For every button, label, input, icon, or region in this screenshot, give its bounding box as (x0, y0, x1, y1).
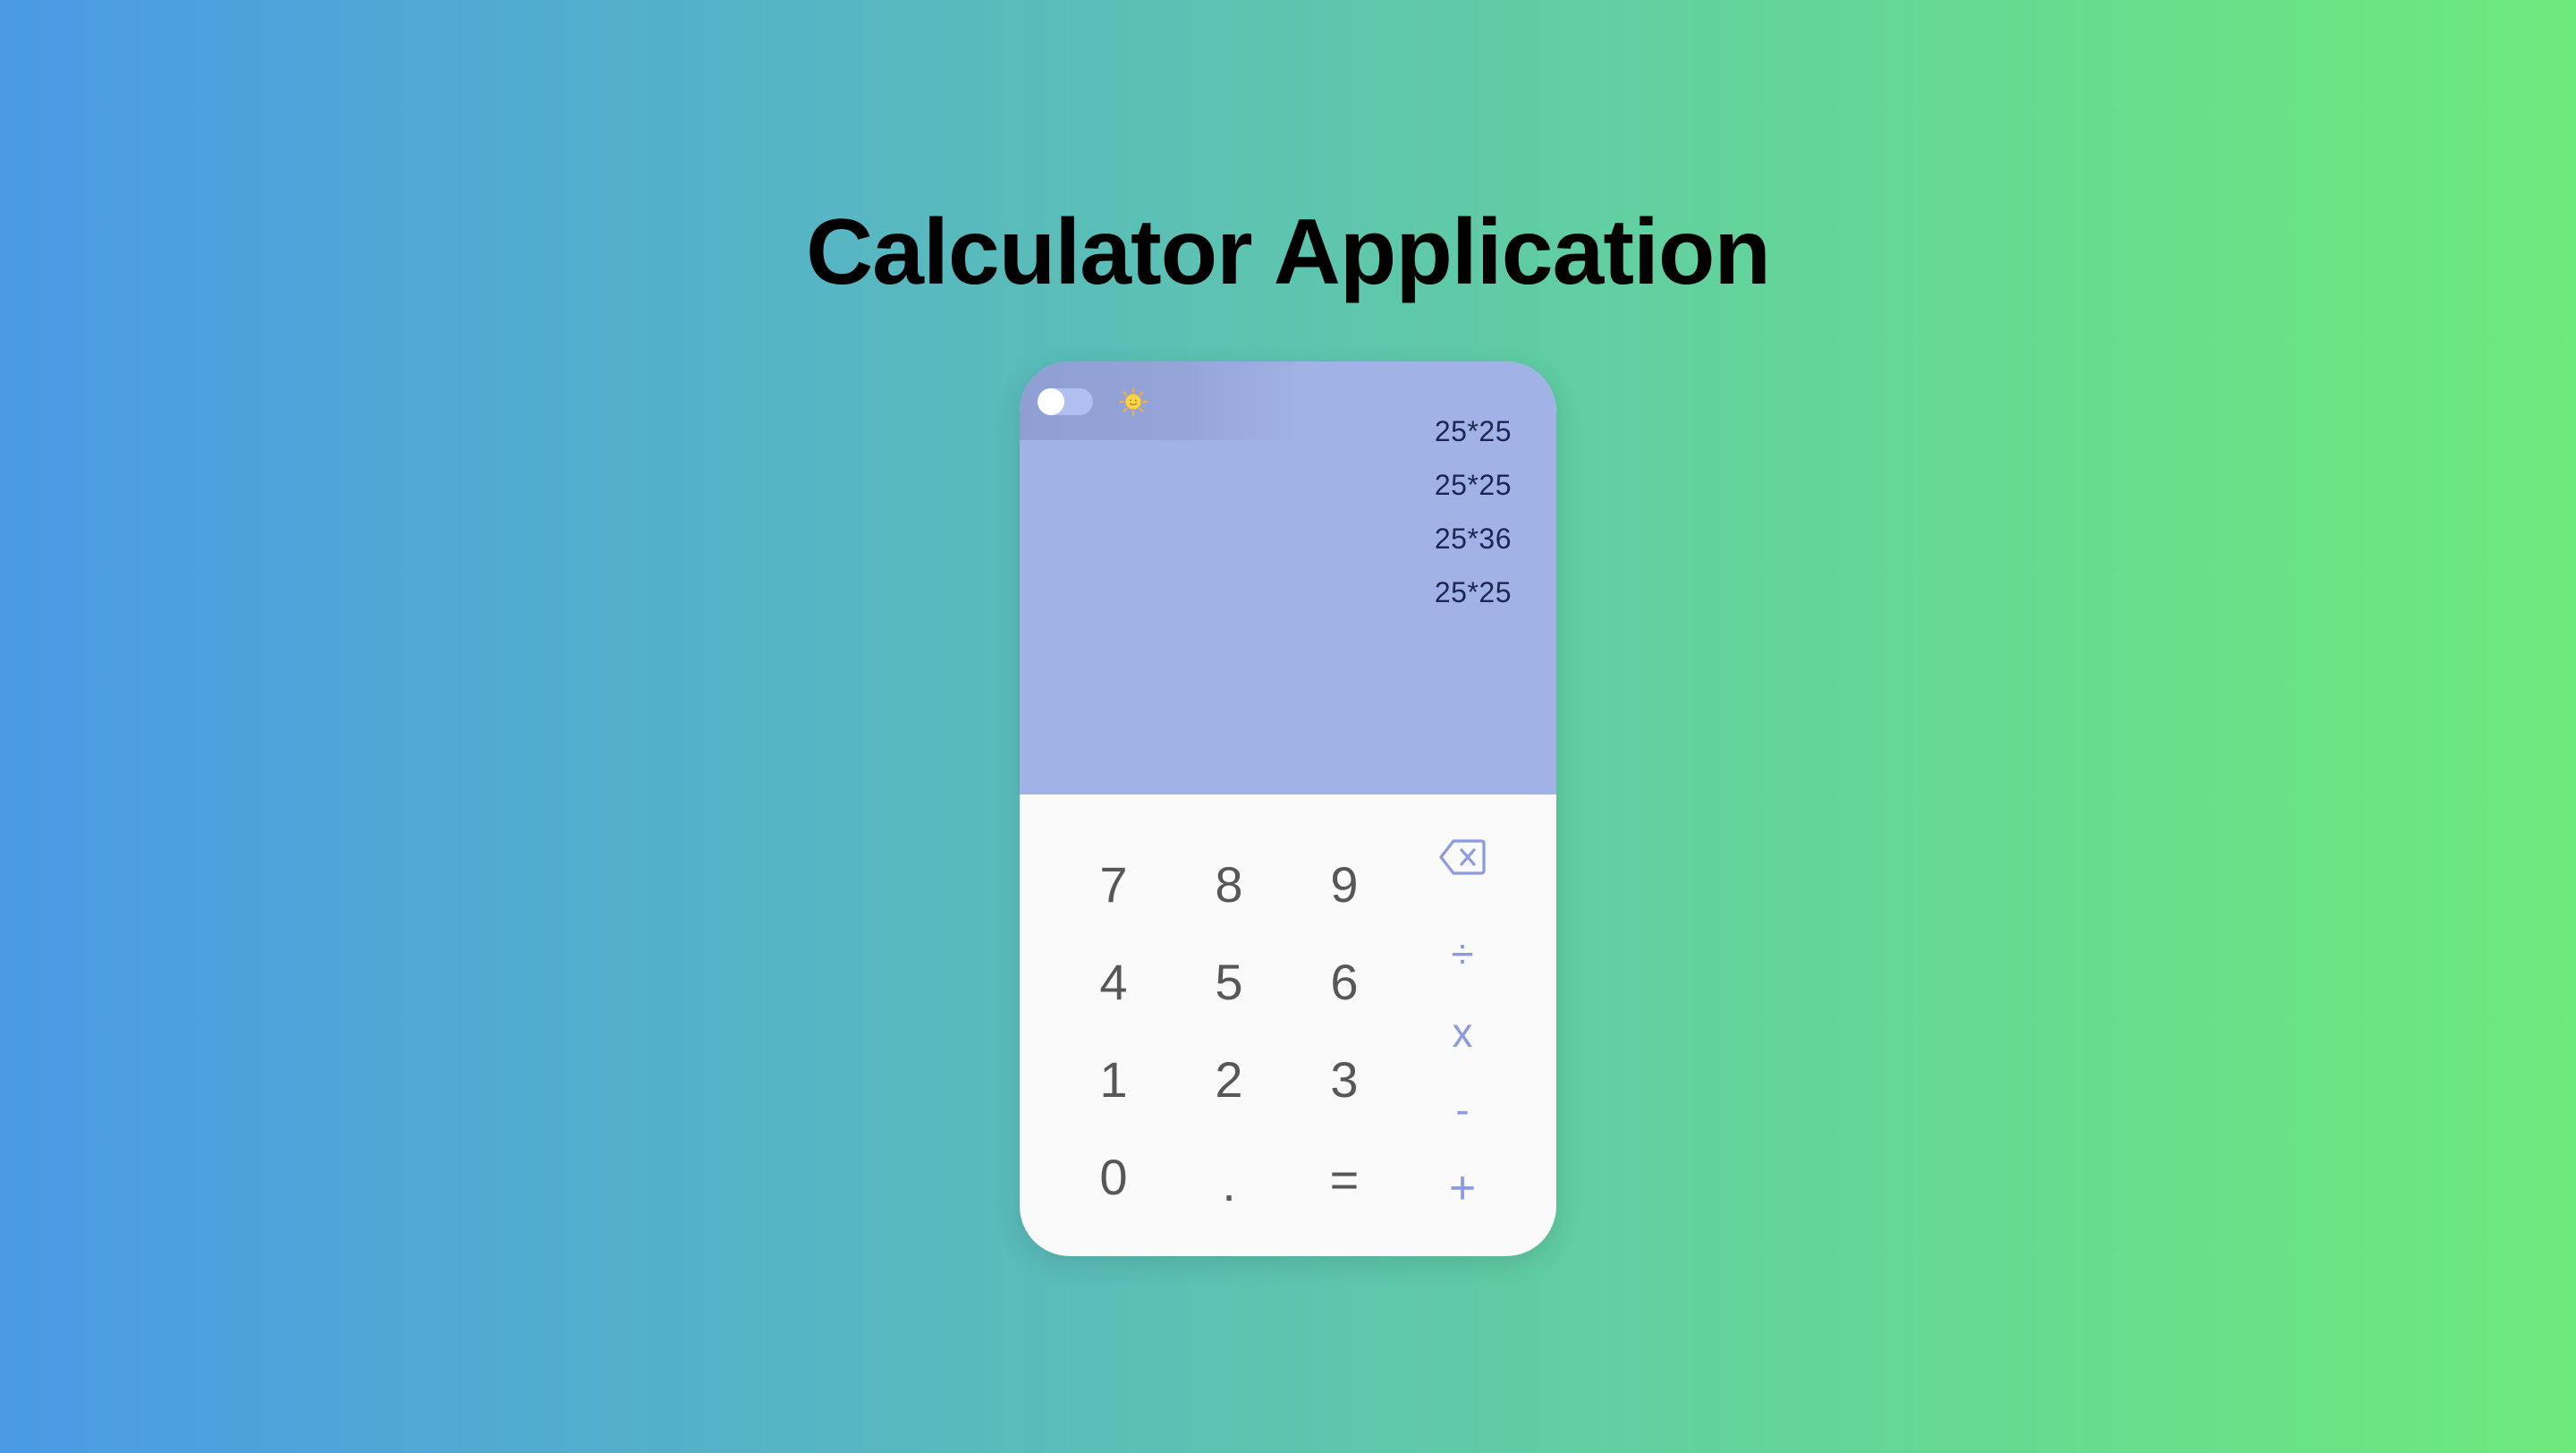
toggle-knob (1038, 388, 1064, 415)
divide-button[interactable]: ÷ (1413, 918, 1512, 990)
key-decimal[interactable]: . (1180, 1138, 1278, 1228)
history-item[interactable]: 25*25 (1435, 458, 1512, 512)
calculator: 25*25 25*25 25*36 25*25 7 8 9 4 5 6 1 2 … (1020, 361, 1556, 1256)
subtract-button[interactable]: - (1413, 1074, 1512, 1145)
key-8[interactable]: 8 (1180, 839, 1278, 929)
backspace-icon (1439, 839, 1486, 875)
display-panel: 25*25 25*25 25*36 25*25 (1020, 361, 1556, 794)
theme-bar (1020, 361, 1306, 440)
key-4[interactable]: 4 (1064, 937, 1163, 1026)
key-0[interactable]: 0 (1064, 1132, 1163, 1221)
key-5[interactable]: 5 (1180, 937, 1278, 1026)
key-1[interactable]: 1 (1064, 1034, 1163, 1124)
key-7[interactable]: 7 (1064, 839, 1163, 929)
history-list: 25*25 25*25 25*36 25*25 (1435, 404, 1512, 619)
history-item[interactable]: 25*25 (1435, 404, 1512, 458)
key-3[interactable]: 3 (1295, 1034, 1394, 1124)
key-equals[interactable]: = (1295, 1134, 1394, 1224)
sun-icon (1119, 387, 1148, 416)
keypad: 7 8 9 4 5 6 1 2 3 0 . = ÷ x - + (1020, 794, 1556, 1256)
key-6[interactable]: 6 (1295, 937, 1394, 1026)
backspace-button[interactable] (1413, 821, 1512, 893)
multiply-button[interactable]: x (1413, 997, 1512, 1068)
key-9[interactable]: 9 (1295, 839, 1394, 929)
history-item[interactable]: 25*36 (1435, 512, 1512, 565)
add-button[interactable]: + (1413, 1152, 1512, 1224)
history-item[interactable]: 25*25 (1435, 565, 1512, 619)
key-2[interactable]: 2 (1180, 1034, 1278, 1124)
page-title: Calculator Application (806, 200, 1771, 304)
theme-toggle[interactable] (1038, 388, 1093, 415)
